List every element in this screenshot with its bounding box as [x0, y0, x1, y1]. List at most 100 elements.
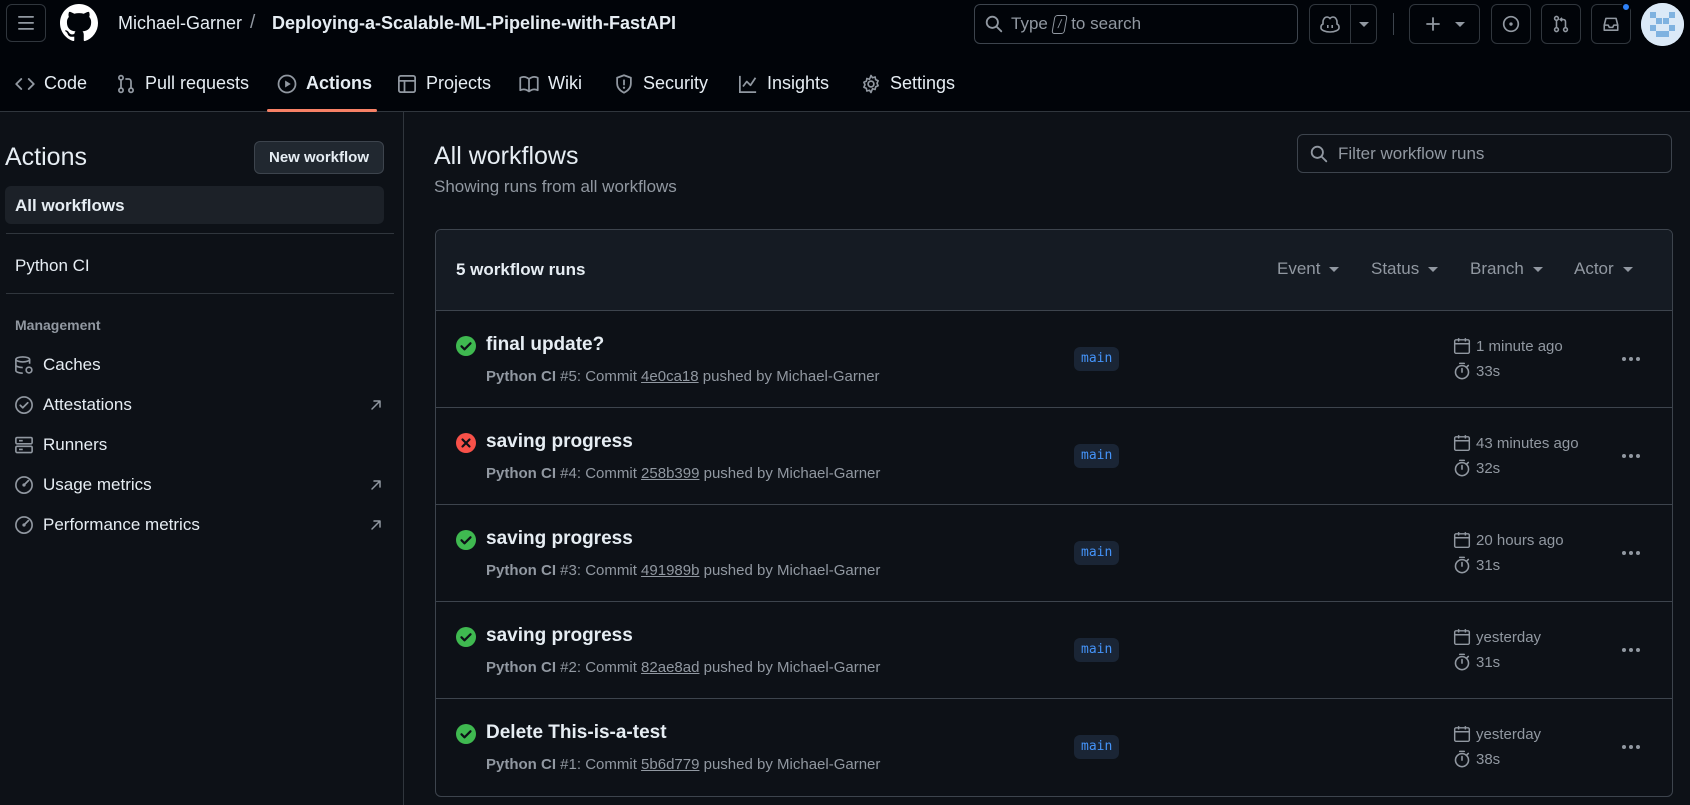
workflow-name: Python CI: [486, 465, 556, 482]
run-title-link[interactable]: final update?: [486, 334, 604, 356]
commit-sha-link[interactable]: 5b6d779: [641, 756, 699, 773]
calendar-icon: [1453, 629, 1471, 646]
run-number: #3: [560, 562, 577, 579]
chevron-down-icon[interactable]: [1351, 21, 1376, 27]
search-shortcut-key: /: [1051, 14, 1068, 34]
event-filter-dropdown[interactable]: Event: [1277, 259, 1340, 279]
global-header: Michael-Garner / Deploying-a-Scalable-ML…: [0, 0, 1690, 112]
run-title-link[interactable]: saving progress: [486, 528, 633, 550]
actor-name: Michael-Garner: [777, 465, 881, 482]
commit-sha-link[interactable]: 4e0ca18: [641, 368, 699, 385]
kebab-horizontal-icon[interactable]: [1616, 347, 1646, 371]
commit-label: Commit: [585, 368, 637, 385]
kebab-horizontal-icon[interactable]: [1616, 638, 1646, 662]
calendar-icon: [1453, 435, 1471, 452]
filter-placeholder: Filter workflow runs: [1338, 143, 1485, 163]
run-title-link[interactable]: saving progress: [486, 625, 633, 647]
run-timestamp: 20 hours ago: [1453, 531, 1564, 549]
table-row[interactable]: Delete This-is-a-test Python CI #1: Comm…: [436, 699, 1672, 796]
run-timestamp: yesterday: [1453, 628, 1541, 646]
run-title-link[interactable]: Delete This-is-a-test: [486, 722, 667, 744]
branch-filter-dropdown[interactable]: Branch: [1470, 259, 1543, 279]
tab-pull-requests[interactable]: Pull requests: [116, 64, 249, 112]
copilot-button[interactable]: [1309, 4, 1377, 44]
database-icon: [14, 355, 34, 375]
table-row[interactable]: final update? Python CI #5: Commit 4e0ca…: [436, 311, 1672, 408]
search-input[interactable]: Type / to search: [974, 4, 1298, 44]
actor-filter-dropdown[interactable]: Actor: [1574, 259, 1633, 279]
new-workflow-button[interactable]: New workflow: [254, 141, 384, 174]
chevron-down-icon: [1532, 266, 1543, 272]
run-meta: Python CI #5: Commit 4e0ca18 pushed by M…: [486, 368, 880, 385]
tab-label: Projects: [426, 73, 492, 93]
run-title-link[interactable]: saving progress: [486, 431, 633, 453]
github-logo-icon[interactable]: [60, 4, 98, 42]
table-row[interactable]: saving progress Python CI #3: Commit 491…: [436, 505, 1672, 602]
dropdown-label: Event: [1277, 259, 1321, 278]
stopwatch-icon: [1454, 750, 1470, 768]
create-new-button[interactable]: [1409, 4, 1480, 44]
sidebar-item-attestations[interactable]: Attestations: [14, 391, 381, 419]
meter-icon: [14, 515, 34, 535]
tab-code[interactable]: Code: [15, 64, 87, 112]
issues-button[interactable]: [1491, 4, 1531, 44]
commit-sha-link[interactable]: 258b399: [641, 465, 699, 482]
actions-sidebar: Actions New workflow All workflows Pytho…: [0, 112, 404, 805]
status-filter-dropdown[interactable]: Status: [1371, 259, 1439, 279]
avatar[interactable]: [1641, 3, 1684, 46]
kebab-horizontal-icon[interactable]: [1616, 735, 1646, 759]
branch-label[interactable]: main: [1074, 638, 1120, 662]
tab-label: Wiki: [548, 73, 582, 93]
tab-security[interactable]: Security: [614, 64, 708, 112]
run-number: #5: [560, 368, 577, 385]
pushed-by-label: pushed by: [703, 659, 773, 676]
table-row[interactable]: saving progress Python CI #4: Commit 258…: [436, 408, 1672, 505]
workflow-name: Python CI: [486, 756, 556, 773]
tab-projects[interactable]: Projects: [397, 64, 491, 112]
filter-workflow-runs-input[interactable]: Filter workflow runs: [1297, 134, 1672, 173]
repo-name-link[interactable]: Deploying-a-Scalable-ML-Pipeline-with-Fa…: [272, 13, 676, 34]
run-when: yesterday: [1476, 628, 1542, 646]
link-external-icon: [369, 518, 383, 532]
link-external-icon: [369, 398, 383, 412]
branch-label[interactable]: main: [1074, 444, 1120, 468]
workflow-name: Python CI: [486, 659, 556, 676]
commit-label: Commit: [585, 562, 637, 579]
repo-owner-link[interactable]: Michael-Garner: [118, 13, 242, 34]
check-circle-fill-icon: [456, 627, 476, 647]
tab-insights[interactable]: Insights: [738, 64, 829, 112]
kebab-horizontal-icon[interactable]: [1616, 541, 1646, 565]
divider: [6, 293, 394, 294]
hamburger-menu-button[interactable]: [6, 4, 46, 42]
pull-requests-button[interactable]: [1541, 4, 1581, 44]
sidebar-item-caches[interactable]: Caches: [14, 351, 374, 379]
sidebar-item-python-ci[interactable]: Python CI: [15, 256, 90, 276]
tab-wiki[interactable]: Wiki: [519, 64, 582, 112]
run-timestamp: 1 minute ago: [1453, 337, 1563, 355]
check-circle-fill-icon: [456, 724, 476, 744]
run-number-colon: :: [576, 756, 582, 773]
issue-opened-icon: [1502, 15, 1520, 33]
run-number: #2: [560, 659, 577, 676]
sidebar-item-runners[interactable]: Runners: [14, 431, 374, 459]
tab-settings[interactable]: Settings: [861, 64, 955, 112]
pushed-by-label: pushed by: [703, 465, 773, 482]
run-number-colon: :: [576, 659, 582, 676]
kebab-horizontal-icon[interactable]: [1616, 444, 1646, 468]
tab-label: Pull requests: [145, 73, 250, 93]
stopwatch-icon: [1454, 362, 1470, 380]
branch-label[interactable]: main: [1074, 735, 1120, 759]
sidebar-item-all-workflows[interactable]: All workflows: [5, 186, 384, 224]
commit-sha-link[interactable]: 491989b: [641, 562, 699, 579]
breadcrumb-separator: /: [250, 12, 256, 33]
sidebar-item-performance-metrics[interactable]: Performance metrics: [14, 511, 381, 539]
tab-actions[interactable]: Actions: [277, 64, 372, 112]
table-row[interactable]: saving progress Python CI #2: Commit 82a…: [436, 602, 1672, 699]
branch-label[interactable]: main: [1074, 541, 1120, 565]
unread-notification-dot: [1621, 2, 1631, 12]
commit-sha-link[interactable]: 82ae8ad: [641, 659, 699, 676]
branch-label[interactable]: main: [1074, 347, 1120, 371]
plus-icon: [1425, 17, 1440, 31]
actor-name: Michael-Garner: [777, 659, 881, 676]
sidebar-item-usage-metrics[interactable]: Usage metrics: [14, 471, 381, 499]
